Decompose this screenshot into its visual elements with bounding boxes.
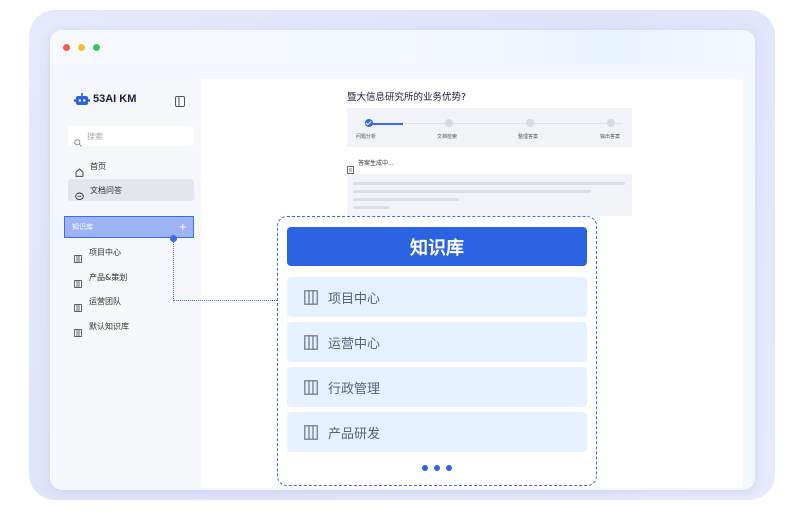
robot-logo-icon — [74, 92, 90, 106]
more-dots-icon[interactable] — [434, 465, 440, 471]
answer-status-text: 答案生成中... — [358, 160, 394, 167]
knowledge-base-title: 知识库 — [72, 223, 93, 231]
callout-item-project[interactable]: 项目中心 — [287, 277, 587, 317]
sidebar-item-label: 首页 — [90, 161, 106, 171]
callout-item-label: 行政管理 — [328, 381, 381, 397]
book-icon — [74, 322, 82, 337]
more-dots-icon[interactable] — [446, 465, 452, 471]
title-bar — [50, 30, 755, 64]
step-track — [369, 123, 622, 124]
kb-item-label: 产品&策划 — [89, 272, 128, 282]
callout-item-label: 项目中心 — [328, 291, 381, 307]
question-title: 暨大信息研究所的业务优势? — [347, 92, 467, 103]
skeleton-line — [353, 206, 389, 209]
book-icon — [74, 273, 82, 288]
search-icon — [74, 132, 82, 147]
sidebar-item-home[interactable]: 首页 — [68, 155, 194, 177]
book-icon — [304, 289, 318, 305]
step-dot — [445, 119, 453, 127]
step-label: 文档检索 — [437, 134, 458, 140]
skeleton-line — [353, 182, 625, 185]
callout-item-admin[interactable]: 行政管理 — [287, 367, 587, 407]
chat-icon — [75, 186, 84, 200]
add-knowledge-base-button[interactable]: + — [179, 222, 187, 233]
book-icon — [304, 424, 318, 440]
kb-item-default[interactable]: 默认知识库 — [74, 319, 129, 337]
kb-item-label: 项目中心 — [89, 247, 121, 257]
sidebar-item-label: 文档问答 — [90, 185, 122, 195]
callout-item-label: 运营中心 — [328, 336, 381, 352]
connector-dot — [170, 235, 177, 242]
step-label: 问题分析 — [356, 134, 377, 140]
home-icon — [75, 162, 84, 177]
search-input[interactable]: 搜索 — [68, 126, 194, 147]
skeleton-line — [353, 190, 591, 193]
connector-line — [173, 300, 277, 301]
sidebar-item-doc-qa[interactable]: 文档问答 — [68, 179, 194, 201]
kb-item-product[interactable]: 产品&策划 — [74, 270, 128, 288]
callout-item-operations[interactable]: 运营中心 — [287, 322, 587, 362]
kb-item-label: 默认知识库 — [89, 321, 129, 331]
minimize-window-button[interactable] — [78, 44, 85, 51]
kb-item-operations[interactable]: 运营团队 — [74, 294, 121, 312]
close-window-button[interactable] — [63, 44, 70, 51]
book-icon — [74, 297, 82, 312]
book-icon — [304, 379, 318, 395]
step-check-icon — [365, 119, 373, 127]
skeleton-line — [353, 198, 459, 201]
callout-item-label: 产品研发 — [328, 426, 381, 442]
connector-line — [173, 238, 174, 301]
brand[interactable]: 53AI KM — [74, 91, 136, 107]
progress-steps: 问题分析 文档检索 整理答案 输出答案 — [347, 108, 632, 147]
callout-item-rnd[interactable]: 产品研发 — [287, 412, 587, 452]
step-label: 输出答案 — [600, 134, 621, 140]
maximize-window-button[interactable] — [93, 44, 100, 51]
brand-name: 53AI KM — [93, 93, 137, 105]
callout-title: 知识库 — [287, 227, 587, 266]
answer-placeholder — [347, 174, 632, 216]
step-dot — [607, 119, 615, 127]
step-track-progress — [369, 123, 403, 125]
book-icon — [74, 248, 82, 263]
kb-item-project-center[interactable]: 项目中心 — [74, 245, 121, 263]
document-icon — [347, 159, 354, 174]
search-placeholder: 搜索 — [87, 131, 103, 141]
step-dot — [526, 119, 534, 127]
book-icon — [304, 334, 318, 350]
more-dots-icon[interactable] — [422, 465, 428, 471]
answer-status: 答案生成中... — [347, 158, 394, 174]
kb-item-label: 运营团队 — [89, 296, 121, 306]
sidebar-collapse-icon[interactable] — [175, 92, 185, 107]
step-label: 整理答案 — [518, 134, 539, 140]
